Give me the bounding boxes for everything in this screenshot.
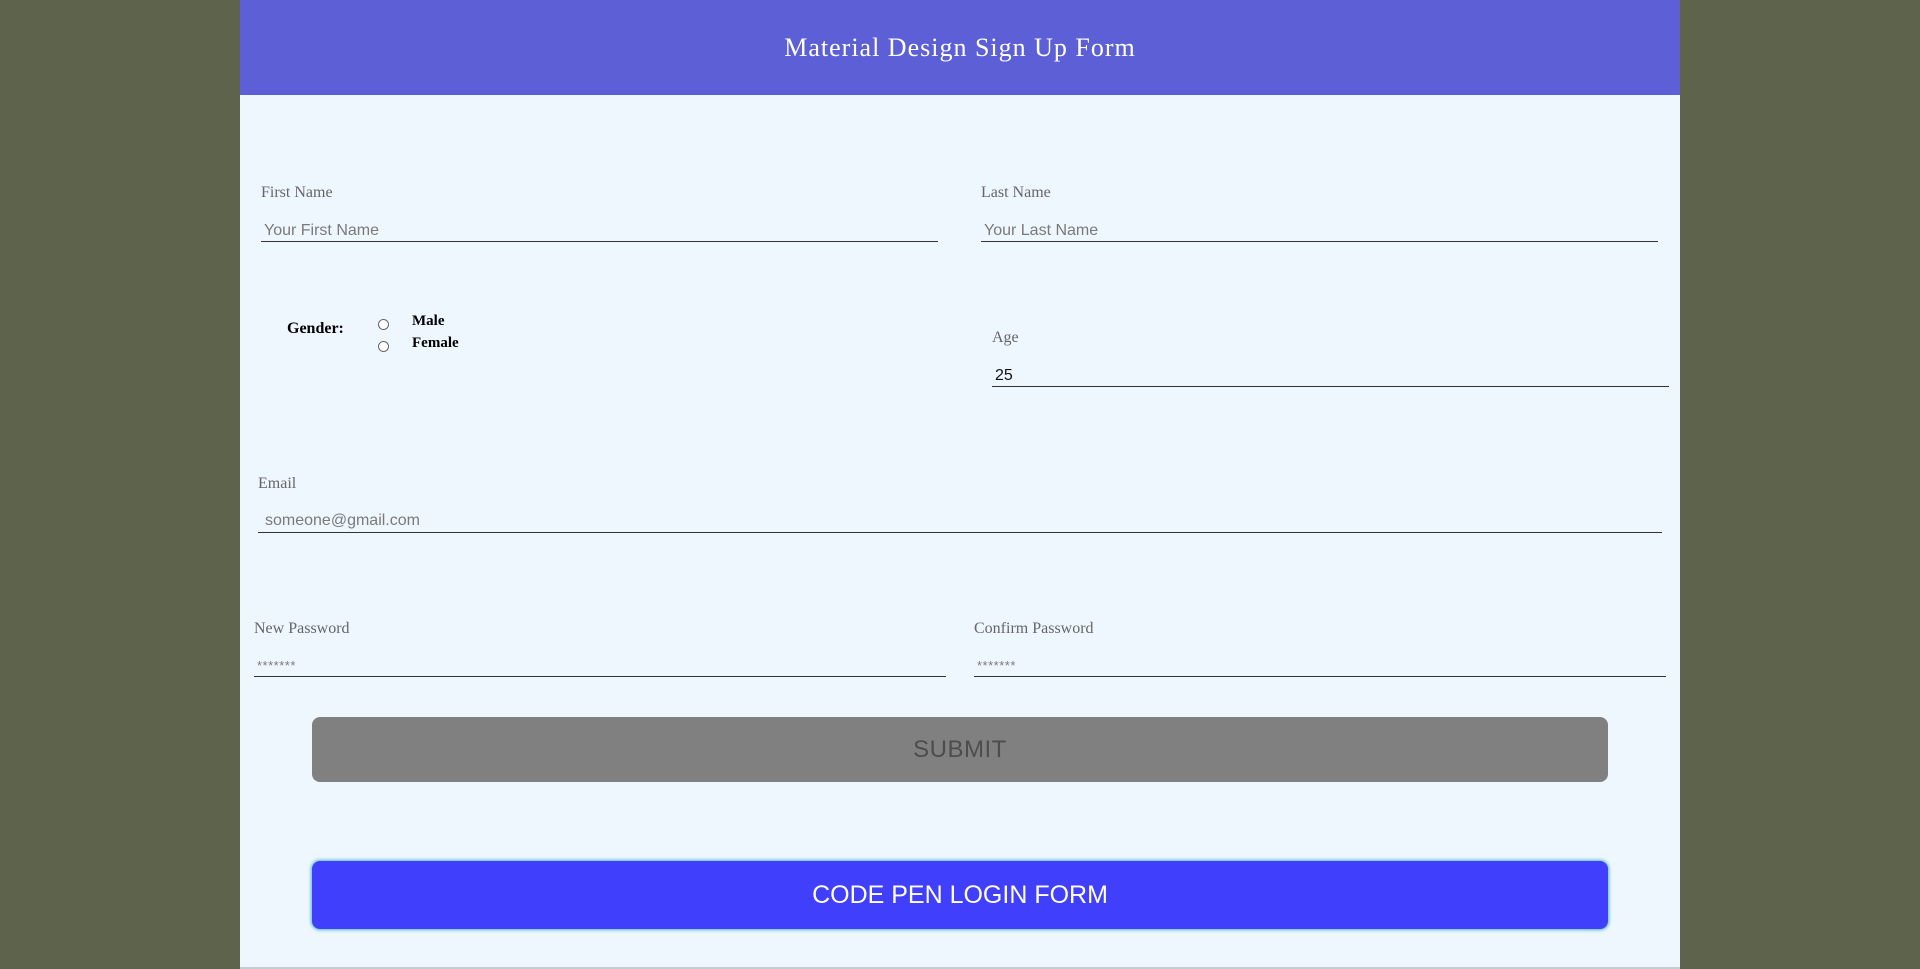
new-password-input[interactable] — [254, 655, 946, 677]
age-field: Age — [992, 329, 1669, 387]
new-password-field: New Password — [254, 620, 946, 677]
female-radio[interactable] — [378, 341, 389, 352]
email-input[interactable] — [258, 510, 1662, 533]
codepen-login-form-button[interactable]: CODE PEN LOGIN FORM — [312, 861, 1608, 929]
age-input[interactable] — [992, 365, 1669, 387]
confirm-password-label: Confirm Password — [974, 620, 1094, 637]
confirm-password-input[interactable] — [974, 655, 1666, 677]
gender-option-female[interactable]: Female — [378, 335, 459, 352]
codepen-login-form-label: CODE PEN LOGIN FORM — [812, 880, 1108, 909]
first-name-input[interactable] — [261, 220, 938, 242]
age-label: Age — [992, 329, 1019, 346]
first-name-label: First Name — [261, 184, 333, 201]
gender-label: Gender: — [287, 320, 344, 337]
signup-page: Material Design Sign Up Form First Name … — [240, 0, 1680, 969]
last-name-field: Last Name — [981, 184, 1658, 242]
submit-button[interactable]: SUBMIT — [312, 717, 1608, 782]
last-name-input[interactable] — [981, 220, 1658, 242]
gender-option-male[interactable]: Male — [378, 313, 444, 330]
submit-button-label: SUBMIT — [913, 735, 1007, 763]
email-field: Email — [258, 475, 1662, 533]
last-name-label: Last Name — [981, 184, 1051, 201]
email-label: Email — [258, 475, 297, 492]
confirm-password-field: Confirm Password — [974, 620, 1666, 677]
page-title: Material Design Sign Up Form — [784, 32, 1136, 62]
new-password-label: New Password — [254, 620, 350, 637]
page-header: Material Design Sign Up Form — [240, 0, 1680, 95]
male-radio-label[interactable]: Male — [412, 313, 444, 330]
first-name-field: First Name — [261, 184, 938, 242]
female-radio-label[interactable]: Female — [412, 335, 459, 352]
male-radio[interactable] — [378, 319, 389, 330]
